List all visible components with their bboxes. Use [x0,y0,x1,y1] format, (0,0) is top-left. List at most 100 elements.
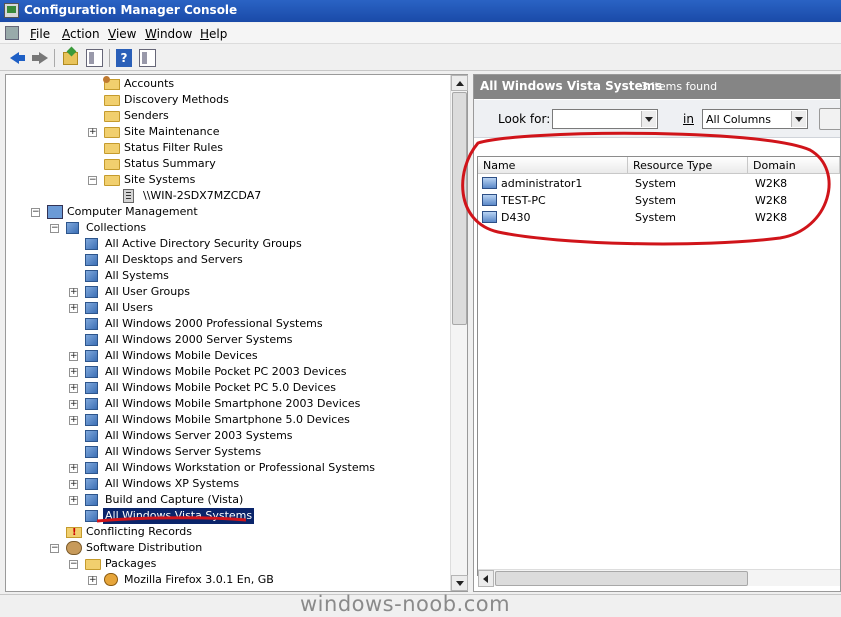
expand-icon[interactable]: + [69,400,78,409]
expand-icon[interactable]: + [69,304,78,313]
menu-view[interactable]: View [108,27,136,41]
results-pane: All Windows Vista Systems 3 items found … [473,74,841,592]
tree-item[interactable]: \\WIN-2SDX7MZCDA7 [6,188,451,204]
tree-item[interactable]: All Windows 2000 Server Systems [6,332,451,348]
folder-icon [104,95,120,106]
table-row[interactable]: administrator1 System W2K8 [478,175,838,192]
expand-icon[interactable]: + [69,384,78,393]
tree-item[interactable]: All Windows Vista Systems [6,508,451,524]
collapse-icon[interactable]: − [50,224,59,233]
collection-icon [85,476,101,490]
tree-item[interactable]: All Active Directory Security Groups [6,236,451,252]
console-app-icon [4,3,19,18]
collapse-icon[interactable]: − [69,560,78,569]
tree-item[interactable]: + Site Maintenance [6,124,451,140]
tree-item[interactable]: All Desktops and Servers [6,252,451,268]
tree-item-label: All Windows 2000 Server Systems [105,333,293,346]
tree-item[interactable]: Accounts [6,76,451,92]
table-row[interactable]: D430 System W2K8 [478,209,838,226]
tree-item[interactable]: Status Summary [6,156,451,172]
collapse-icon[interactable]: − [31,208,40,217]
tree-item-label: All Windows Mobile Devices [105,349,258,362]
tree-item[interactable]: + All Users [6,300,451,316]
tree-item[interactable]: + All Windows Mobile Smartphone 2003 Devi… [6,396,451,412]
collection-icon [85,332,101,346]
expand-icon[interactable]: + [88,576,97,585]
tree-item[interactable]: All Windows Server 2003 Systems [6,428,451,444]
tree-item-label: All Systems [105,269,169,282]
tree-item[interactable]: + All Windows Mobile Pocket PC 2003 Devic… [6,364,451,380]
chevron-down-icon[interactable] [641,111,656,127]
table-row[interactable]: TEST-PC System W2K8 [478,192,838,209]
tree-item[interactable]: Status Filter Rules [6,140,451,156]
tree-item[interactable]: Senders [6,108,451,124]
menu-file[interactable]: File [30,27,50,41]
tree-item[interactable]: + All Windows Workstation or Professional… [6,460,451,476]
chevron-down-icon[interactable] [791,111,806,127]
cell-domain: W2K8 [755,177,788,190]
tree-item[interactable]: + All Windows Mobile Devices [6,348,451,364]
tree-item-label: All Windows Server Systems [105,445,262,458]
results-horizontal-scrollbar[interactable] [478,569,840,587]
column-header-domain[interactable]: Domain [748,157,840,174]
tree-item[interactable]: − Site Systems [6,172,451,188]
tree-vertical-scrollbar[interactable] [450,75,468,591]
tree-item[interactable]: + All User Groups [6,284,451,300]
cell-resource-type: System [635,211,677,224]
tree-item-label: Site Systems [124,173,196,186]
expand-icon[interactable]: + [69,352,78,361]
expand-icon[interactable]: + [69,416,78,425]
tree-item[interactable]: + Mozilla Firefox 3.0.1 En, GB [6,572,451,588]
properties-icon[interactable] [139,49,156,67]
tree-item[interactable]: − Collections [6,220,451,236]
system-menu-icon[interactable] [5,26,19,40]
tree-item[interactable]: − Software Distribution [6,540,451,556]
scroll-left-icon[interactable] [478,570,494,587]
expand-icon[interactable]: + [69,496,78,505]
collapse-icon[interactable]: − [50,544,59,553]
tree-item[interactable]: + All Windows XP Systems [6,476,451,492]
expand-icon[interactable]: + [88,128,97,137]
menu-window[interactable]: Window [145,27,192,41]
tree-item[interactable]: Conflicting Records [6,524,451,541]
scroll-down-icon[interactable] [451,575,468,591]
tree-item[interactable]: + Build and Capture (Vista) [6,492,451,508]
package-icon [104,573,118,586]
collection-icon [85,444,101,458]
scroll-up-icon[interactable] [451,75,468,91]
expand-icon[interactable]: + [69,480,78,489]
tree-item[interactable]: All Systems [6,268,451,284]
menu-action[interactable]: Action [62,27,100,41]
results-header: All Windows Vista Systems 3 items found [474,75,840,99]
scroll-thumb[interactable] [495,571,748,586]
help-icon[interactable]: ? [116,49,132,67]
show-hide-tree-icon[interactable] [86,49,103,67]
expand-icon[interactable]: + [69,464,78,473]
tree-item-label: Software Distribution [86,541,203,554]
back-icon[interactable] [8,49,27,67]
column-header-name[interactable]: Name [478,157,628,174]
collapse-icon[interactable]: − [88,176,97,185]
expand-icon[interactable]: + [69,368,78,377]
tree-item[interactable]: Discovery Methods [6,92,451,108]
conflicting-records-icon [66,525,82,541]
up-folder-icon[interactable] [63,52,78,65]
cell-domain: W2K8 [755,194,788,207]
column-header-resource-type[interactable]: Resource Type [628,157,748,174]
menu-help[interactable]: Help [200,27,227,41]
look-for-combo[interactable] [552,109,658,129]
cell-domain: W2K8 [755,211,788,224]
tree-item[interactable]: − Computer Management [6,204,451,220]
tree-item[interactable]: All Windows 2000 Professional Systems [6,316,451,332]
tree-item[interactable]: + All Windows Mobile Pocket PC 5.0 Device… [6,380,451,396]
expand-icon[interactable]: + [69,288,78,297]
tree-item[interactable]: + All Windows Mobile Smartphone 5.0 Devic… [6,412,451,428]
results-list[interactable]: Name Resource Type Domain administrator1… [477,156,840,576]
forward-icon[interactable] [30,49,49,67]
scroll-thumb[interactable] [452,92,467,325]
in-columns-combo[interactable]: All Columns [702,109,808,129]
tree-item[interactable]: − Packages [6,556,451,572]
tree-item[interactable]: All Windows Server Systems [6,444,451,460]
console-tree[interactable]: Accounts Discovery Methods Senders + Site Ma… [5,74,468,592]
find-now-button[interactable] [819,108,840,130]
